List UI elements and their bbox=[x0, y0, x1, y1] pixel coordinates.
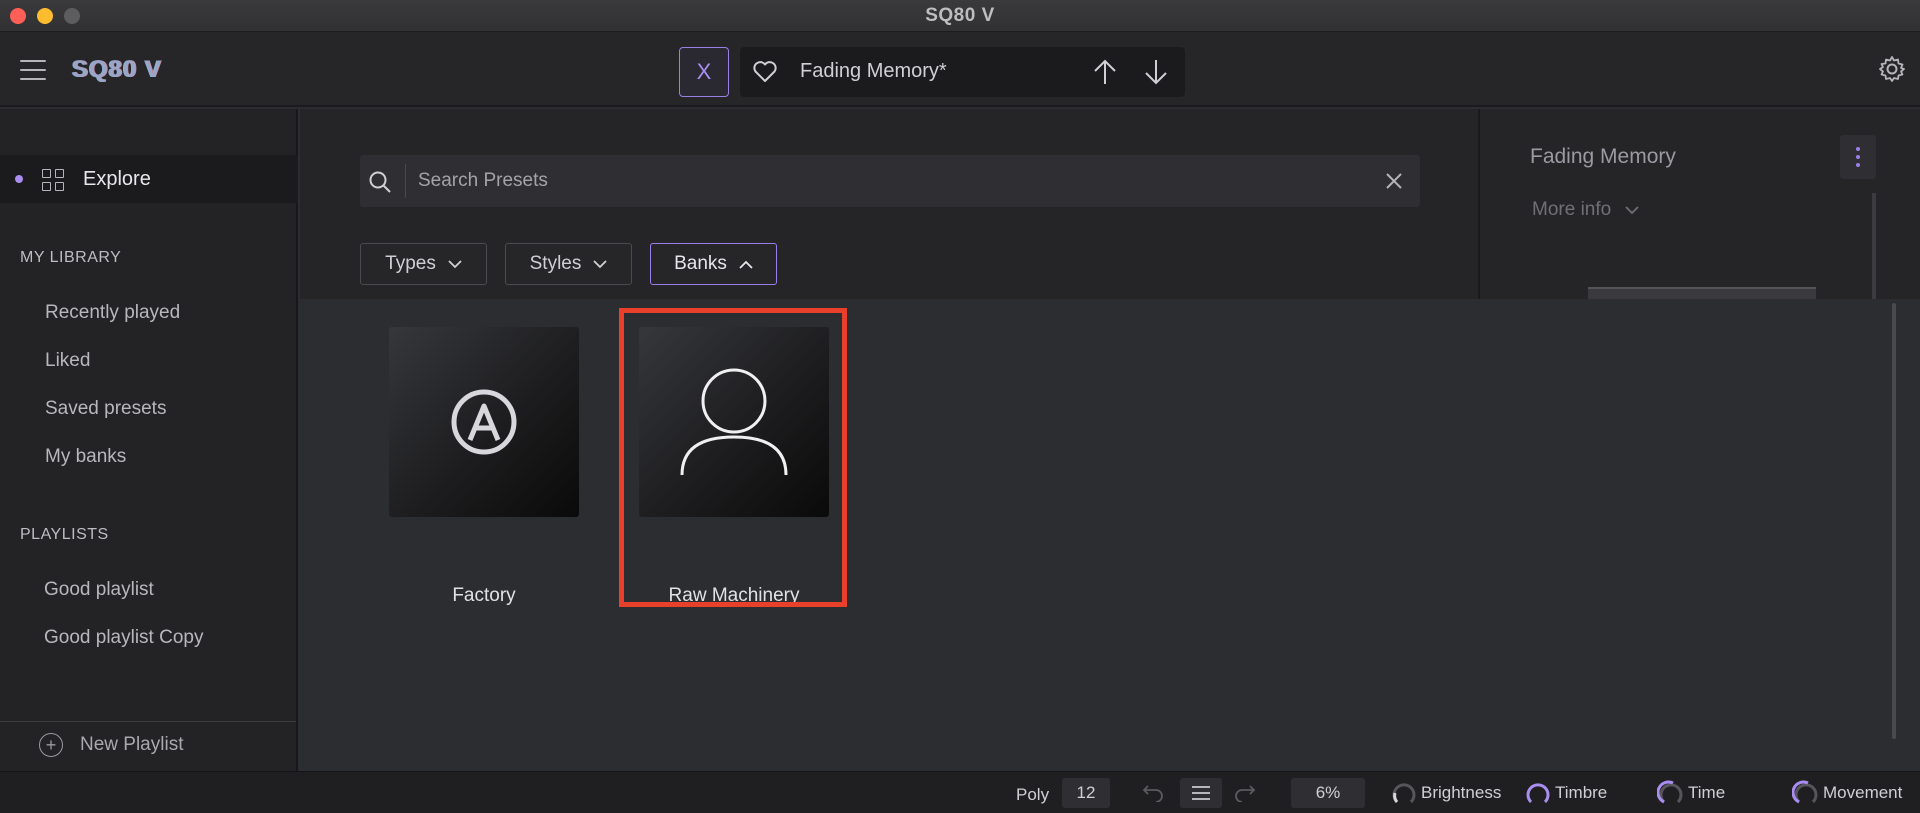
macro-movement[interactable]: Movement bbox=[1792, 780, 1902, 806]
search-bar bbox=[360, 155, 1420, 207]
poly-label: Poly bbox=[1016, 785, 1050, 804]
sidebar-item-liked[interactable]: Liked bbox=[45, 350, 90, 372]
grid-icon bbox=[42, 169, 64, 191]
filter-label: Styles bbox=[529, 253, 582, 274]
bank-thumbnail bbox=[389, 327, 579, 517]
next-preset-arrow-icon[interactable] bbox=[1143, 58, 1169, 86]
minimize-window-button[interactable] bbox=[37, 8, 53, 24]
knob-icon bbox=[1657, 780, 1683, 804]
filter-label: Types bbox=[385, 253, 436, 274]
chevron-down-icon bbox=[1625, 205, 1639, 214]
cpu-meter: 6% bbox=[1291, 778, 1365, 808]
playlist-item[interactable]: Good playlist Copy bbox=[44, 627, 203, 649]
sidebar-item-saved-presets[interactable]: Saved presets bbox=[45, 398, 166, 420]
macro-label: Time bbox=[1688, 783, 1726, 802]
gear-icon[interactable] bbox=[1878, 55, 1906, 83]
instrument-thumbnail bbox=[1588, 287, 1816, 299]
knob-icon bbox=[1792, 780, 1818, 804]
hamburger-menu-icon[interactable] bbox=[20, 60, 46, 80]
preset-selector[interactable]: Fading Memory* bbox=[740, 47, 1185, 97]
banks-filter-button[interactable]: Banks bbox=[650, 243, 777, 285]
clear-search-icon[interactable] bbox=[1384, 171, 1404, 191]
poly-value-field[interactable]: 12 bbox=[1062, 778, 1110, 808]
search-divider bbox=[405, 164, 406, 198]
new-playlist-button[interactable]: + New Playlist bbox=[0, 721, 296, 771]
filter-label: Banks bbox=[674, 253, 727, 274]
macro-label: Timbre bbox=[1555, 783, 1608, 802]
history-list-icon[interactable] bbox=[1180, 778, 1222, 808]
previous-preset-arrow-icon[interactable] bbox=[1092, 58, 1118, 86]
active-indicator bbox=[15, 175, 23, 183]
sidebar-item-explore[interactable]: Explore bbox=[0, 155, 298, 203]
plus-circle-icon: + bbox=[39, 733, 63, 757]
window-titlebar: SQ80 V bbox=[0, 0, 1920, 32]
close-window-button[interactable] bbox=[10, 8, 26, 24]
content-scrollbar[interactable] bbox=[1892, 303, 1896, 739]
macro-time[interactable]: Time bbox=[1657, 780, 1725, 806]
selection-highlight-box bbox=[619, 308, 847, 607]
redo-icon[interactable] bbox=[1234, 784, 1256, 802]
current-preset-name: Fading Memory* bbox=[800, 60, 947, 82]
undo-icon[interactable] bbox=[1142, 784, 1164, 802]
search-icon bbox=[369, 171, 391, 193]
arturia-logo-icon bbox=[451, 389, 517, 455]
bank-name: Factory bbox=[452, 585, 516, 606]
macro-timbre[interactable]: Timbre bbox=[1524, 780, 1607, 806]
sidebar-item-label: Explore bbox=[83, 168, 151, 190]
knob-icon bbox=[1392, 783, 1416, 804]
macro-label: Brightness bbox=[1421, 783, 1502, 802]
sidebar-item-recently-played[interactable]: Recently played bbox=[45, 302, 180, 324]
chevron-up-icon bbox=[739, 260, 753, 269]
window-controls bbox=[10, 8, 80, 24]
preset-info-panel: Fading Memory More info bbox=[1478, 109, 1920, 303]
sidebar-item-my-banks[interactable]: My banks bbox=[45, 446, 126, 468]
chevron-down-icon bbox=[448, 259, 462, 268]
panel-scrollbar[interactable] bbox=[1872, 193, 1876, 303]
new-playlist-label: New Playlist bbox=[80, 734, 184, 755]
playlist-item[interactable]: Good playlist bbox=[44, 579, 154, 601]
search-input[interactable] bbox=[418, 155, 1318, 207]
sidebar: Explore MY LIBRARY Recently played Liked… bbox=[0, 109, 298, 771]
browser-header: Types Styles Banks bbox=[300, 109, 1478, 299]
more-info-toggle[interactable]: More info bbox=[1532, 199, 1639, 221]
playlists-section-header: PLAYLISTS bbox=[20, 526, 109, 543]
status-bar: Poly 12 6% Brightness Timbre Time Moveme… bbox=[0, 771, 1920, 813]
library-section-header: MY LIBRARY bbox=[20, 249, 122, 266]
top-toolbar: SQ80 V X Fading Memory* bbox=[0, 32, 1920, 107]
chevron-down-icon bbox=[593, 259, 608, 268]
maximize-window-button[interactable] bbox=[64, 8, 80, 24]
more-info-label: More info bbox=[1532, 199, 1612, 220]
app-logo: SQ80 V bbox=[72, 56, 163, 83]
macro-brightness[interactable]: Brightness bbox=[1390, 780, 1501, 806]
styles-filter-button[interactable]: Styles bbox=[505, 243, 632, 285]
knob-icon bbox=[1526, 783, 1550, 804]
bank-grid: Factory Raw Machinery bbox=[300, 299, 1920, 771]
info-preset-title: Fading Memory bbox=[1530, 145, 1676, 168]
window-title: SQ80 V bbox=[925, 4, 995, 26]
types-filter-button[interactable]: Types bbox=[360, 243, 487, 285]
macro-label: Movement bbox=[1823, 783, 1903, 802]
more-options-icon[interactable] bbox=[1840, 135, 1876, 179]
x-button[interactable]: X bbox=[679, 47, 729, 97]
heart-icon[interactable] bbox=[752, 60, 778, 84]
